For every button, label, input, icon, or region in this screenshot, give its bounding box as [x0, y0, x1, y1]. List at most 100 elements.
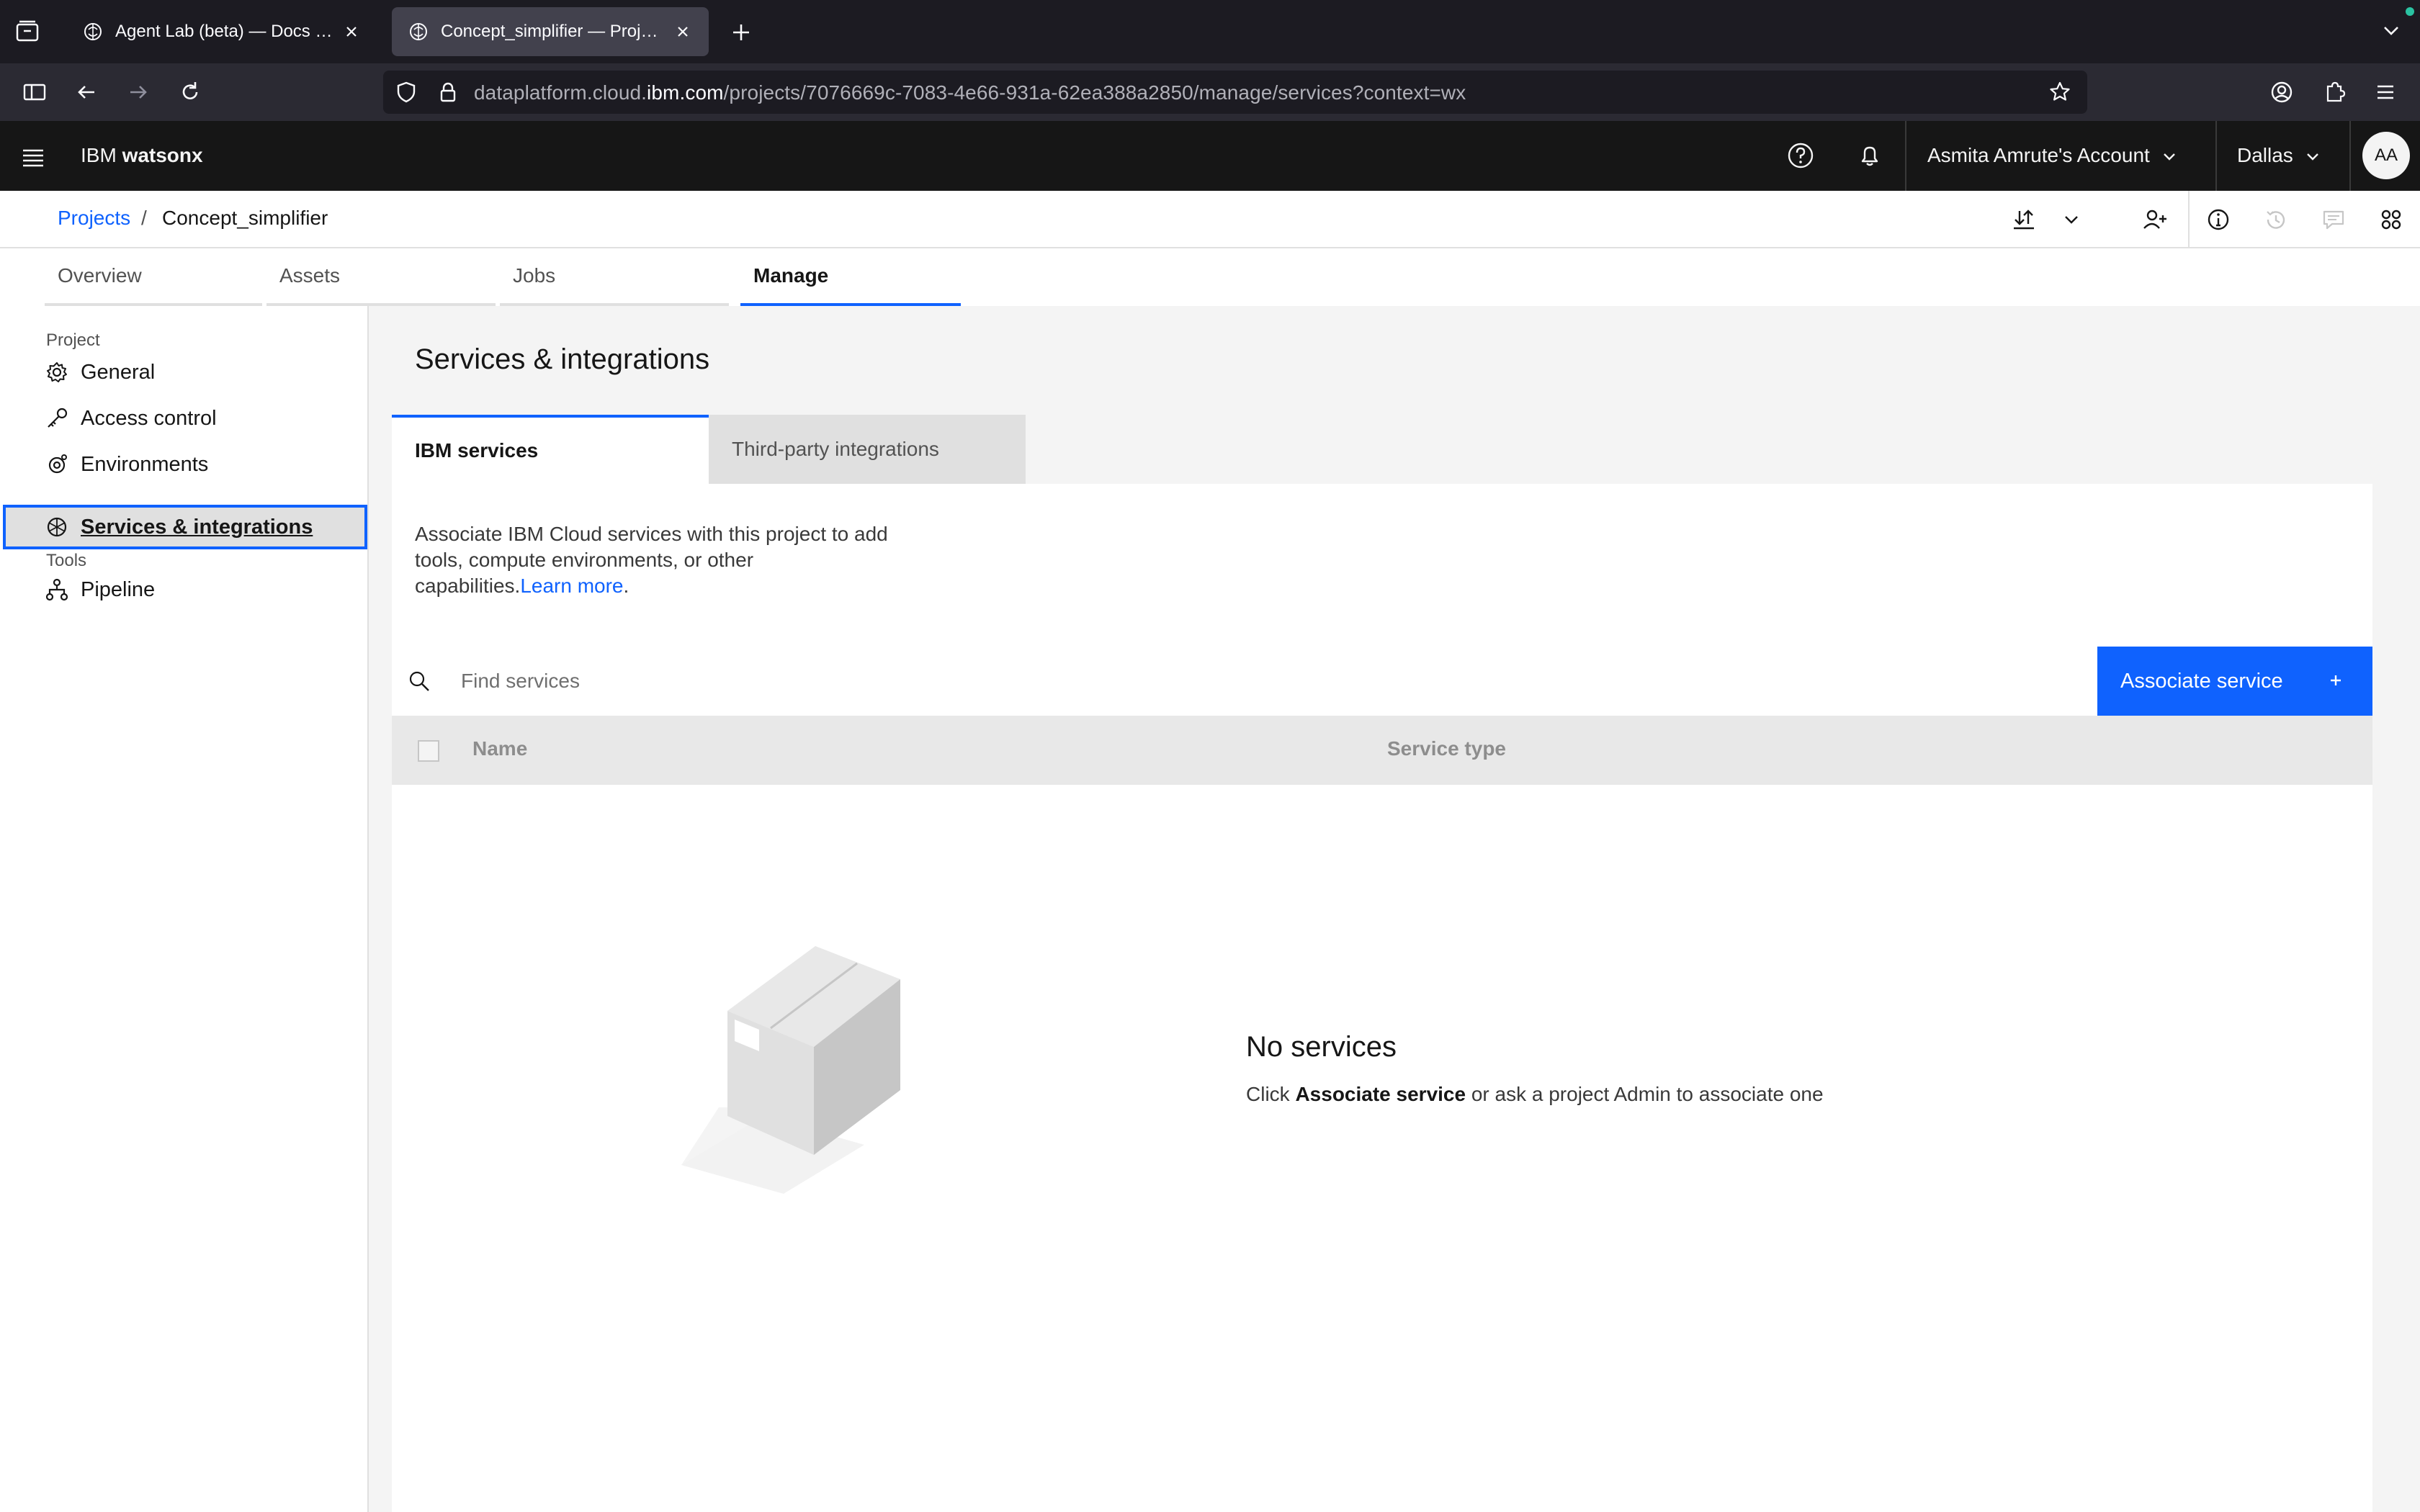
sidebar-item-label: Environments	[81, 452, 209, 476]
history-icon[interactable]	[2262, 205, 2290, 234]
select-all-checkbox[interactable]	[418, 740, 439, 762]
sidebar-item-pipeline[interactable]: Pipeline	[0, 567, 367, 613]
sidebar-item-label: General	[81, 360, 156, 384]
app-menu-icon[interactable]	[2371, 78, 2400, 107]
pipeline-icon	[45, 578, 68, 601]
menu-icon[interactable]	[19, 143, 48, 171]
url-path: /projects/7076669c-7083-4e66-931a-62ea38…	[723, 81, 1466, 104]
tab-third-party-integrations[interactable]: Third-party integrations	[709, 415, 1026, 484]
brand-prefix: IBM	[81, 144, 122, 166]
description-text: Associate IBM Cloud services with this p…	[415, 523, 888, 597]
description-period: .	[623, 575, 629, 597]
empty-message-prefix: Click	[1246, 1083, 1296, 1105]
column-header-service-type[interactable]: Service type	[1387, 737, 1506, 760]
search-input[interactable]	[461, 665, 2045, 697]
close-tab-icon[interactable]	[673, 22, 693, 42]
search-bar	[392, 647, 2097, 716]
region-name: Dallas	[2237, 144, 2293, 166]
breadcrumb-separator: /	[141, 207, 147, 229]
sidebar-item-label: Access control	[81, 406, 217, 430]
services-icon	[47, 517, 67, 537]
lock-icon[interactable]	[435, 79, 461, 105]
close-tab-icon[interactable]	[341, 22, 362, 42]
tab-overview-icon[interactable]	[13, 17, 42, 46]
avatar[interactable]: AA	[2362, 132, 2410, 179]
information-icon[interactable]	[2204, 205, 2233, 234]
watsonx-favicon-icon	[410, 23, 427, 40]
reload-icon[interactable]	[176, 78, 205, 107]
toolbar-divider	[2188, 191, 2190, 248]
empty-state-title: No services	[1246, 1031, 1397, 1063]
account-name: Asmita Amrute's Account	[1927, 144, 2150, 166]
sidebar-toggle-icon[interactable]	[20, 78, 49, 107]
tab-assets[interactable]: Assets	[266, 248, 496, 306]
empty-message-suffix: or ask a project Admin to associate one	[1466, 1083, 1824, 1105]
forward-icon[interactable]	[124, 78, 153, 107]
sidebar-item-access-control[interactable]: Access control	[0, 395, 367, 441]
header-divider	[2215, 121, 2217, 191]
tab-manage[interactable]: Manage	[740, 248, 961, 306]
chevron-down-icon[interactable]	[2057, 205, 2086, 234]
tab-overview[interactable]: Overview	[45, 248, 262, 306]
empty-message-bold: Associate service	[1295, 1083, 1466, 1105]
breadcrumb-projects-link[interactable]: Projects	[58, 207, 130, 230]
search-icon	[409, 671, 429, 691]
chevron-down-icon	[2306, 153, 2318, 161]
header-divider	[2349, 121, 2351, 191]
status-dot	[2406, 7, 2414, 16]
add-collaborator-icon[interactable]	[2141, 205, 2169, 234]
tab-jobs[interactable]: Jobs	[500, 248, 729, 306]
help-icon[interactable]	[1785, 140, 1816, 171]
page-title: Services & integrations	[415, 343, 710, 375]
url-text: dataplatform.cloud.ibm.com/projects/7076…	[474, 81, 1466, 104]
table-header: Name Service type	[392, 716, 2372, 785]
manage-sidebar: Project General Access control Environme…	[0, 306, 369, 1512]
tracking-shield-icon[interactable]	[393, 79, 419, 105]
services-description: Associate IBM Cloud services with this p…	[415, 521, 890, 599]
region-switcher[interactable]: Dallas	[2237, 144, 2322, 167]
app-brand[interactable]: IBM watsonx	[81, 144, 203, 167]
address-bar[interactable]: dataplatform.cloud.ibm.com/projects/7076…	[383, 71, 2087, 114]
breadcrumb: Projects / Concept_simplifier	[0, 191, 2420, 248]
browser-tab-bar: Agent Lab (beta) — Docs | IBM watsonx Co…	[0, 0, 2420, 63]
url-domain: ibm.com	[647, 81, 724, 104]
browser-tab-concept-simplifier[interactable]: Concept_simplifier — Projects | IBM wats…	[392, 7, 709, 56]
watsonx-favicon-icon	[84, 23, 102, 40]
key-icon	[48, 408, 68, 428]
url-prefix: dataplatform.cloud.	[474, 81, 647, 104]
learn-more-link[interactable]: Learn more	[520, 575, 623, 597]
browser-tab-title: Concept_simplifier — Projects | IBM wats…	[441, 22, 666, 41]
sidebar-item-services-integrations[interactable]: Services & integrations	[3, 505, 367, 549]
sidebar-item-label: Services & integrations	[81, 515, 313, 539]
associate-service-button[interactable]: Associate service	[2097, 647, 2372, 716]
back-icon[interactable]	[72, 78, 101, 107]
list-all-tabs-icon[interactable]	[2378, 17, 2404, 43]
header-divider	[1905, 121, 1906, 191]
sidebar-item-label: Pipeline	[81, 577, 156, 601]
account-icon[interactable]	[2267, 78, 2296, 107]
notification-bell-icon[interactable]	[1854, 140, 1886, 171]
app-switcher-icon[interactable]	[2377, 205, 2406, 234]
bookmark-star-icon[interactable]	[2047, 79, 2073, 105]
account-switcher[interactable]: Asmita Amrute's Account	[1927, 144, 2179, 167]
gear-icon	[47, 362, 67, 382]
sidebar-item-environments[interactable]: Environments	[0, 441, 367, 487]
sidebar-item-general[interactable]: General	[0, 349, 367, 395]
empty-box-illustration	[681, 946, 900, 1194]
extensions-icon[interactable]	[2319, 78, 2348, 107]
browser-tab-agent-lab[interactable]: Agent Lab (beta) — Docs | IBM watsonx	[66, 7, 377, 56]
tab-ibm-services[interactable]: IBM services	[392, 415, 709, 484]
environment-icon	[48, 454, 67, 474]
column-header-name[interactable]: Name	[472, 737, 527, 760]
project-tabs: Overview Assets Jobs Manage	[0, 248, 2420, 306]
empty-state-message: Click Associate service or ask a project…	[1246, 1083, 1824, 1106]
comment-icon[interactable]	[2319, 205, 2348, 234]
browser-tab-title: Agent Lab (beta) — Docs | IBM watsonx	[115, 22, 334, 41]
breadcrumb-current: Concept_simplifier	[162, 207, 328, 229]
browser-nav-bar: dataplatform.cloud.ibm.com/projects/7076…	[0, 63, 2420, 121]
chevron-down-icon	[2163, 153, 2175, 161]
import-export-icon[interactable]	[2009, 205, 2038, 234]
new-tab-icon[interactable]	[727, 19, 755, 46]
plus-icon	[2331, 675, 2341, 685]
associate-service-label: Associate service	[2120, 669, 2283, 693]
